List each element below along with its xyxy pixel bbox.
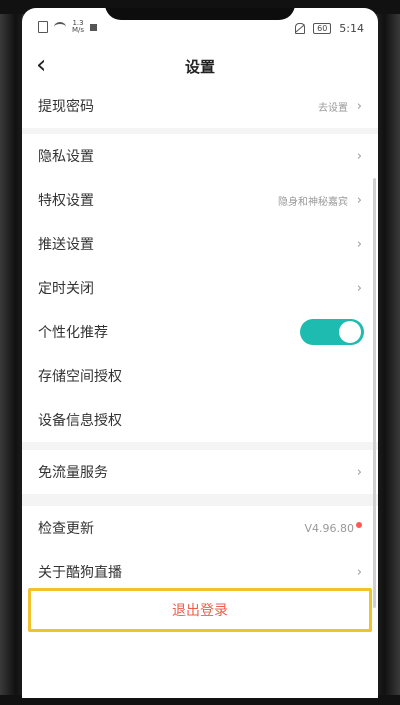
network-speed: 1.3 M/s bbox=[72, 20, 84, 34]
chevron-right-icon: › bbox=[356, 148, 362, 164]
battery-icon: 60 bbox=[313, 23, 332, 34]
network-speed-unit: M/s bbox=[72, 26, 85, 34]
nav-bar: ‹ 设置 bbox=[22, 48, 378, 84]
chevron-right-icon: › bbox=[356, 192, 362, 208]
row-label: 存储空间授权 bbox=[38, 369, 122, 385]
settings-row-free-data[interactable]: 免流量服务 › bbox=[22, 450, 378, 494]
settings-row-personalized: 个性化推荐 bbox=[22, 310, 378, 354]
sim-icon bbox=[38, 21, 48, 33]
phone-frame-left bbox=[0, 0, 22, 705]
settings-row-check-update[interactable]: 检查更新 V4.96.80 bbox=[22, 506, 378, 550]
settings-row-sleep-timer[interactable]: 定时关闭 › bbox=[22, 266, 378, 310]
version-value: V4.96.80 bbox=[304, 521, 362, 535]
row-label: 免流量服务 bbox=[38, 465, 108, 481]
settings-row-device-permission[interactable]: 设备信息授权 bbox=[22, 398, 378, 442]
chevron-right-icon: › bbox=[356, 464, 362, 480]
row-label: 定时关闭 bbox=[38, 281, 94, 297]
version-text: V4.96.80 bbox=[304, 521, 354, 535]
chevron-right-icon: › bbox=[356, 564, 362, 580]
settings-row-privilege[interactable]: 特权设置 隐身和神秘嘉宾 › bbox=[22, 178, 378, 222]
update-dot-icon bbox=[356, 521, 362, 528]
settings-row-push[interactable]: 推送设置 › bbox=[22, 222, 378, 266]
page-title: 设置 bbox=[184, 58, 215, 76]
section-divider bbox=[22, 494, 378, 506]
chevron-right-icon: › bbox=[356, 98, 362, 114]
clock: 5:14 bbox=[339, 22, 364, 35]
logout-button[interactable]: 退出登录 bbox=[28, 588, 372, 632]
row-label: 设备信息授权 bbox=[38, 413, 122, 429]
toggle-knob bbox=[339, 321, 361, 343]
row-label: 隐私设置 bbox=[38, 149, 94, 165]
wifi-icon bbox=[54, 22, 66, 32]
phone-frame-right bbox=[378, 0, 400, 705]
row-value: 隐身和神秘嘉宾 bbox=[278, 196, 348, 208]
row-label: 关于酷狗直播 bbox=[38, 565, 122, 581]
section-divider bbox=[22, 442, 378, 450]
settings-row-privacy[interactable]: 隐私设置 › bbox=[22, 134, 378, 178]
settings-screen: 1.3 M/s 60 5:14 ‹ 设置 提现密码 去设置 › 隐私设置 › 特… bbox=[22, 8, 378, 698]
row-label: 个性化推荐 bbox=[38, 325, 108, 341]
notification-icon bbox=[90, 23, 98, 31]
row-label: 特权设置 bbox=[38, 193, 94, 209]
settings-row-storage-permission[interactable]: 存储空间授权 bbox=[22, 354, 378, 398]
row-label: 检查更新 bbox=[38, 521, 94, 537]
chevron-right-icon: › bbox=[356, 280, 362, 296]
row-value: 去设置 bbox=[318, 102, 348, 114]
chevron-right-icon: › bbox=[356, 236, 362, 252]
row-label: 提现密码 bbox=[38, 99, 94, 115]
mute-icon bbox=[295, 23, 306, 34]
settings-row-withdraw-password[interactable]: 提现密码 去设置 › bbox=[22, 84, 378, 128]
status-bar: 1.3 M/s 60 5:14 bbox=[22, 8, 378, 38]
scrollbar[interactable] bbox=[373, 178, 376, 608]
row-label: 推送设置 bbox=[38, 237, 94, 253]
personalized-toggle[interactable] bbox=[300, 319, 364, 345]
